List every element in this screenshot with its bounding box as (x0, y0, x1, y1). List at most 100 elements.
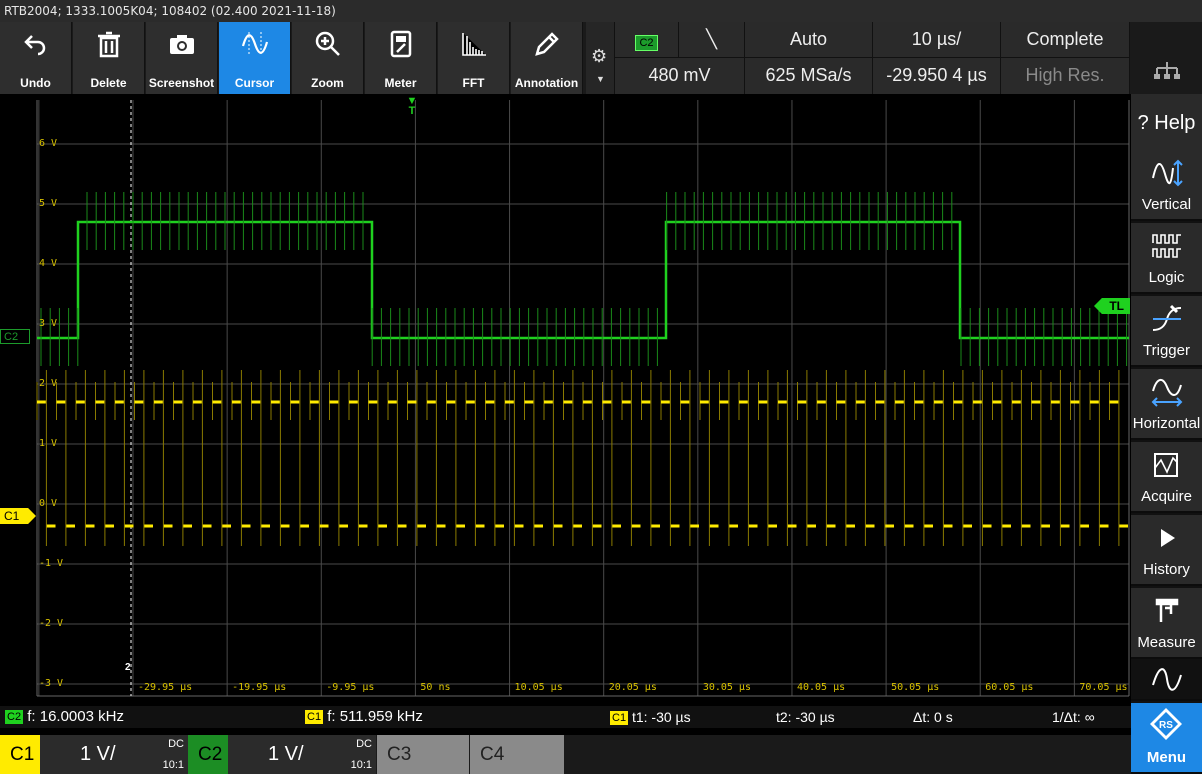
channel-c2-button[interactable]: C2 (188, 735, 228, 774)
channel-c3-button[interactable]: C3 (377, 735, 469, 774)
vertical-icon (1152, 159, 1183, 187)
c2-ringing (40, 192, 1128, 366)
channel-c2-settings[interactable]: 1 V/ DC 10:1 (228, 735, 376, 774)
voltage-label: -1 V (39, 558, 64, 569)
undo-button[interactable]: Undo (0, 22, 72, 94)
waveform-display[interactable] (0, 94, 1131, 698)
horizontal-button[interactable]: Horizontal (1131, 369, 1202, 440)
sample-rate[interactable]: 625 MSa/s (745, 58, 873, 94)
time-label: 10.05 µs (514, 682, 563, 693)
fft-button[interactable]: FFT (438, 22, 510, 94)
trigger-source-badge: C2 (635, 35, 658, 51)
fft-label: FFT (462, 76, 485, 90)
voltage-label: -2 V (39, 618, 64, 629)
voltage-label: -3 V (39, 678, 64, 689)
measure-label: Measure (1137, 634, 1196, 651)
timebase[interactable]: 10 µs/ (873, 22, 1001, 58)
time-offset[interactable]: -29.950 4 µs (873, 58, 1001, 94)
history-label: History (1143, 561, 1190, 578)
measure-button[interactable]: Measure (1131, 588, 1202, 659)
zoom-label: Zoom (311, 76, 344, 90)
trigger-mode[interactable]: Auto (745, 22, 873, 58)
acquire-button[interactable]: Acquire (1131, 442, 1202, 513)
annotation-label: Annotation (514, 76, 579, 90)
undo-label: Undo (20, 76, 51, 90)
time-label: -19.95 µs (232, 682, 287, 693)
cursor-t2: t2: -30 µs (776, 709, 835, 725)
acquisition-state[interactable]: Complete (1001, 22, 1130, 58)
meter-icon (390, 30, 412, 58)
network-icon (1154, 62, 1180, 79)
fft-icon (462, 33, 486, 56)
history-button[interactable]: History (1131, 515, 1202, 586)
window-title: RTB2004; 1333.1005K04; 108402 (02.400 20… (0, 0, 1202, 22)
cursor-marker[interactable]: 2 (125, 662, 131, 673)
time-label: 30.05 µs (702, 682, 751, 693)
voltage-label: 0 V (39, 498, 58, 509)
sidebar: ? Help Vertical Logic Trigger Horizontal… (1131, 94, 1202, 774)
meter-button[interactable]: Meter (365, 22, 437, 94)
screenshot-label: Screenshot (148, 76, 215, 90)
channel-c1-button[interactable]: C1 (0, 735, 40, 774)
play-icon (1161, 529, 1175, 547)
cursor-button[interactable]: Cursor (219, 22, 291, 94)
voltage-label: 1 V (39, 438, 58, 449)
vertical-label: Vertical (1141, 196, 1192, 213)
c1-trace (37, 400, 1128, 528)
c2-coupling: DC (356, 738, 372, 750)
wave-shortcut-button[interactable] (1131, 661, 1202, 701)
resolution-mode[interactable]: High Res. (1001, 58, 1130, 94)
cursor-label: Cursor (234, 76, 275, 90)
menu-button[interactable]: RS Menu (1131, 703, 1202, 774)
caliper-icon (1155, 598, 1179, 622)
delete-button[interactable]: Delete (73, 22, 145, 94)
cursor-delta-t: Δt: 0 s (913, 709, 953, 725)
trigger-position-marker[interactable]: ▼ T (406, 96, 418, 117)
acquire-label: Acquire (1141, 488, 1192, 505)
time-label: 40.05 µs (796, 682, 846, 693)
cursor-inverse-delta-t: 1/Δt: ∞ (1052, 709, 1095, 725)
c2-probe-ratio: 10:1 (350, 759, 372, 771)
trigger-level[interactable]: 480 mV (615, 58, 745, 94)
screenshot-button[interactable]: Screenshot (146, 22, 218, 94)
voltage-label: 5 V (39, 198, 58, 209)
trash-icon (98, 31, 120, 58)
c2-offset-marker[interactable]: C2 (0, 329, 30, 344)
logic-button[interactable]: Logic (1131, 223, 1202, 294)
voltage-label: 2 V (39, 378, 58, 389)
toolbar: Undo Delete Screenshot Cursor Zoom Meter… (0, 22, 1202, 94)
c2-badge: C2 (5, 710, 24, 725)
time-label: 70.05 µs (1079, 682, 1128, 693)
channel-c4-button[interactable]: C4 (470, 735, 564, 774)
settings-button[interactable]: ⚙ ▼ (586, 22, 615, 94)
acquire-icon (1154, 453, 1178, 477)
vertical-button[interactable]: Vertical (1131, 150, 1202, 221)
c1-probe-ratio: 10:1 (162, 759, 184, 771)
waveform-canvas (36, 100, 1130, 697)
cursor-source-badge: C1 (610, 711, 629, 726)
c1-freq-readout[interactable]: C1 f: 511.959 kHz (305, 706, 423, 728)
voltage-label: 4 V (39, 258, 58, 269)
zoom-icon (315, 31, 340, 56)
c2-freq-readout[interactable]: C2 f: 16.0003 kHz (5, 706, 124, 728)
chevron-down-icon: ▼ (596, 74, 605, 84)
trigger-label: Trigger (1143, 342, 1190, 359)
traces (36, 192, 1129, 546)
trigger-button[interactable]: Trigger (1131, 296, 1202, 367)
wave-icon (1152, 668, 1182, 691)
svg-text:RS: RS (1159, 720, 1173, 731)
cursor-t1: t1: -30 µs (631, 709, 691, 725)
c2-trace (37, 220, 1129, 340)
zoom-button[interactable]: Zoom (292, 22, 364, 94)
channel-c1-settings[interactable]: 1 V/ DC 10:1 (40, 735, 188, 774)
annotation-button[interactable]: Annotation (511, 22, 583, 94)
trigger-source[interactable]: C2 (615, 22, 679, 58)
time-label: 60.05 µs (985, 682, 1034, 693)
c1-coupling: DC (168, 738, 184, 750)
c1-edges (36, 370, 1120, 546)
trigger-slope[interactable]: ╲ (679, 22, 745, 58)
time-label: 50.05 µs (891, 682, 940, 693)
cursor-readout[interactable]: C1 t1: -30 µs (610, 706, 691, 728)
gear-icon: ⚙ (591, 46, 608, 66)
horizontal-label: Horizontal (1132, 415, 1201, 432)
